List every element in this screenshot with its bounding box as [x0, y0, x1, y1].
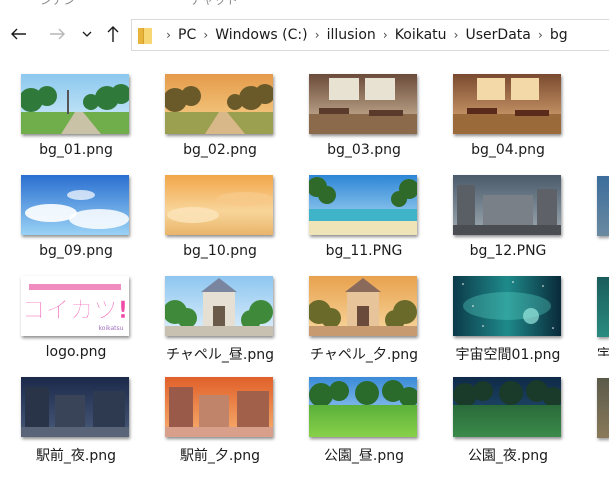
- park-sunset-thumbnail: [165, 74, 273, 134]
- breadcrumb-userdata[interactable]: UserData: [465, 27, 532, 43]
- chevron-right-icon[interactable]: ›: [197, 28, 214, 42]
- thumbnail-image: [309, 377, 417, 437]
- up-folder-button[interactable]: [102, 22, 124, 46]
- beach-thumbnail: [309, 175, 417, 235]
- file-item[interactable]: bg_02.png: [148, 54, 292, 158]
- arrow-right-icon: [50, 28, 65, 40]
- space-thumbnail: [453, 276, 561, 336]
- chevron-right-icon[interactable]: ›: [377, 28, 394, 42]
- file-item[interactable]: bg_03.png: [292, 54, 436, 158]
- file-name: 公園_夜.png: [467, 448, 549, 464]
- file-item[interactable]: 駅前_夜.png: [4, 357, 148, 464]
- chevron-right-icon[interactable]: ›: [309, 28, 326, 42]
- file-name: 駅前_夕.png: [179, 448, 261, 464]
- chevron-right-icon[interactable]: ›: [448, 28, 465, 42]
- chapel-day-thumbnail: [165, 276, 273, 336]
- thumbnail-image: [453, 74, 561, 134]
- cafe-thumbnail: [309, 74, 417, 134]
- file-item[interactable]: コイカツ! koikatsu logo.png: [4, 256, 148, 360]
- thumbnail-image: [309, 175, 417, 235]
- thumbnail-image: [21, 175, 129, 235]
- file-item[interactable]: bg_01.png: [4, 54, 148, 158]
- svg-text:koikatsu: koikatsu: [99, 325, 124, 332]
- ruins-thumbnail: [453, 175, 561, 235]
- logo-wordmark: コイカツ!: [22, 296, 129, 324]
- file-item[interactable]: チャペル_夕.png: [292, 256, 436, 363]
- file-item[interactable]: チャペル_昼.png: [148, 256, 292, 363]
- thumbnail-image: [453, 377, 561, 437]
- breadcrumb-bg[interactable]: bg: [549, 27, 569, 43]
- file-item[interactable]: bg_11.PNG: [292, 155, 436, 259]
- thumbnail-image-partial: [597, 176, 609, 236]
- breadcrumb-pc[interactable]: PC: [177, 27, 197, 43]
- thumbnail-image-partial: [597, 277, 609, 337]
- breadcrumb-koikatu[interactable]: Koikatu: [394, 27, 448, 43]
- file-list: bg_01.png bg_02.png bg_03.png bg_04.png …: [0, 54, 609, 479]
- file-item[interactable]: 公園_夜.png: [436, 357, 580, 464]
- recent-locations-button[interactable]: [79, 22, 95, 46]
- file-name: 公園_昼.png: [323, 448, 405, 464]
- thumbnail-image: [165, 175, 273, 235]
- chevron-down-icon: [82, 31, 92, 37]
- thumbnail-image: [165, 74, 273, 134]
- thumbnail-image: コイカツ! koikatsu: [21, 276, 129, 336]
- thumbnail-image: [165, 276, 273, 336]
- thumbnail-image: [21, 377, 129, 437]
- ribbon-fragment-text: チャット: [190, 0, 238, 7]
- file-item[interactable]: bg_10.png: [148, 155, 292, 259]
- thumbnail-image: [21, 74, 129, 134]
- file-item[interactable]: bg_04.png: [436, 54, 580, 158]
- logo-thumbnail: コイカツ!koikatsu: [21, 276, 129, 336]
- ribbon-fragment-text: シアン: [40, 0, 76, 7]
- file-item[interactable]: 駅前_夕.png: [148, 357, 292, 464]
- lawn-day-thumbnail: [309, 377, 417, 437]
- file-item[interactable]: bg_12.PNG: [436, 155, 580, 259]
- thumbnail-image: [453, 175, 561, 235]
- arrow-up-icon: [107, 26, 119, 42]
- breadcrumb-illusion[interactable]: illusion: [326, 27, 377, 43]
- street-night-thumbnail: [21, 377, 129, 437]
- navigation-bar: › PC › Windows (C:) › illusion › Koikatu…: [0, 14, 609, 54]
- folder-icon: [138, 27, 152, 44]
- file-explorer-window: シアン チャット › PC › Windows (C:) › illusion …: [0, 0, 609, 479]
- chevron-right-icon[interactable]: ›: [160, 28, 177, 42]
- thumbnail-image-partial: [597, 378, 609, 438]
- thumbnail-image: [309, 276, 417, 336]
- sky-sunset-thumbnail: [165, 175, 273, 235]
- file-name-partial: 宇: [597, 347, 609, 356]
- chevron-right-icon[interactable]: ›: [532, 28, 549, 42]
- breadcrumb-windows-c[interactable]: Windows (C:): [214, 27, 308, 43]
- street-sunset-thumbnail: [165, 377, 273, 437]
- lawn-night-thumbnail: [453, 377, 561, 437]
- file-item[interactable]: 宇宙空間01.png: [436, 256, 580, 363]
- thumbnail-image: [165, 377, 273, 437]
- ribbon-remnant: シアン チャット: [0, 0, 609, 14]
- thumbnail-image: [453, 276, 561, 336]
- back-button[interactable]: [6, 22, 32, 46]
- file-item[interactable]: 公園_昼.png: [292, 357, 436, 464]
- park-day-thumbnail: [21, 74, 129, 134]
- file-name: 駅前_夜.png: [35, 448, 117, 464]
- cafe-warm-thumbnail: [453, 74, 561, 134]
- thumbnail-image: [309, 74, 417, 134]
- forward-button[interactable]: [44, 22, 70, 46]
- arrow-left-icon: [11, 28, 26, 40]
- address-bar[interactable]: › PC › Windows (C:) › illusion › Koikatu…: [131, 19, 609, 51]
- sky-blue-thumbnail: [21, 175, 129, 235]
- chapel-sunset-thumbnail: [309, 276, 417, 336]
- file-item[interactable]: bg_09.png: [4, 155, 148, 259]
